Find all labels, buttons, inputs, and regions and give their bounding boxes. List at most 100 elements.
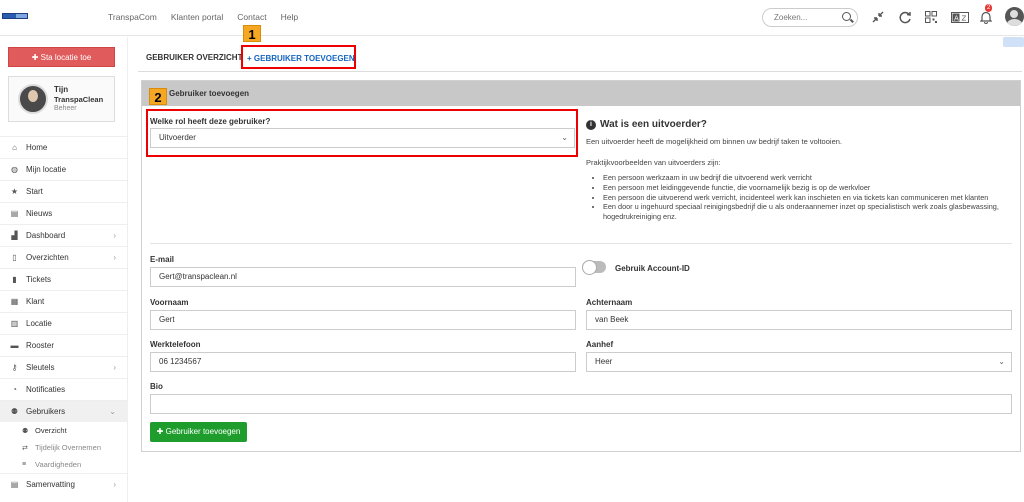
top-nav: TranspaCom Klanten portal Contact Help	[108, 12, 298, 22]
sidebar-item-klant[interactable]: ▦ Klant	[0, 290, 128, 312]
bio-field[interactable]	[150, 394, 1012, 414]
chevron-right-icon: ›	[113, 253, 116, 262]
list-item: Een door u ingehuurd speciaal reinigings…	[603, 202, 1024, 222]
list-icon: ≡	[22, 461, 27, 468]
account-id-label: Gebruik Account-ID	[615, 264, 690, 273]
info-examples-list: Een persoon werkzaam in uw bedrijf die u…	[594, 173, 1024, 222]
nav-help[interactable]: Help	[281, 12, 298, 22]
sidebar-item-mijn-locatie[interactable]: ◍ Mijn locatie	[0, 158, 128, 180]
sidebar-menu: ⌂ Home ◍ Mijn locatie ★ Start ▤ Nieuws ▟ Dash…	[0, 136, 128, 495]
chevron-down-icon: ⌄	[998, 357, 1005, 366]
panel-header: Gebruiker toevoegen	[142, 81, 1020, 106]
qr-icon[interactable]	[924, 8, 938, 26]
tab-gebruiker-toevoegen[interactable]: + GEBRUIKER TOEVOEGEN	[241, 45, 356, 69]
nav-transpacom[interactable]: TranspaCom	[108, 12, 157, 22]
chevron-down-icon: ⌄	[561, 133, 568, 142]
svg-text:A: A	[954, 14, 959, 22]
sidebar-item-rooster[interactable]: ▬ Rooster	[0, 334, 128, 356]
profile-name: Tijn	[54, 85, 69, 94]
sidebar-item-overzichten[interactable]: ▯ Overzichten ›	[0, 246, 128, 268]
search-placeholder: Zoeken...	[774, 13, 808, 22]
role-select[interactable]: Uitvoerder ⌄	[150, 128, 575, 148]
sidebar-item-label: Start	[26, 187, 43, 196]
compress-icon[interactable]	[871, 8, 885, 26]
user-avatar[interactable]	[1005, 7, 1024, 26]
sidebar-subitem-label: Tijdelijk Overnemen	[35, 443, 101, 452]
users-icon: ⚉	[10, 407, 19, 416]
salutation-select-value: Heer	[595, 357, 613, 366]
nav-klanten-portal[interactable]: Klanten portal	[171, 12, 223, 22]
sidebar-item-sleutels[interactable]: ⚷ Sleutels ›	[0, 356, 128, 378]
file-icon: ▯	[12, 253, 17, 262]
firstname-label: Voornaam	[150, 298, 189, 307]
sidebar-item-label: Klant	[26, 297, 45, 306]
nav-contact[interactable]: Contact	[237, 12, 266, 22]
email-label: E-mail	[150, 255, 175, 264]
sidebar-item-notificaties[interactable]: ◔ Notificaties	[0, 378, 128, 400]
search-input[interactable]: Zoeken...	[762, 8, 858, 27]
sidebar-item-label: Mijn locatie	[26, 165, 67, 174]
sidebar-item-dashboard[interactable]: ▟ Dashboard ›	[0, 224, 128, 246]
form-divider	[150, 243, 1012, 244]
news-icon: ▤	[10, 209, 19, 218]
email-field[interactable]: Gert@transpaclean.nl	[150, 267, 576, 287]
top-bar: TranspaCom Klanten portal Contact Help Z…	[0, 0, 1024, 36]
sidebar-item-label: Locatie	[26, 319, 52, 328]
add-user-button[interactable]: ✚ Gebruiker toevoegen	[150, 422, 247, 442]
building-icon: ▦	[10, 297, 19, 306]
svg-text:Z: Z	[962, 14, 967, 22]
info-heading: i Wat is een uitvoerder?	[586, 119, 707, 130]
phone-field[interactable]: 06 1234567	[150, 352, 576, 372]
sidebar-item-home[interactable]: ⌂ Home	[0, 136, 128, 158]
sidebar-subitem-label: Vaardigheden	[35, 460, 82, 469]
panel-title: Gebruiker toevoegen	[169, 89, 250, 98]
star-icon: ★	[10, 187, 19, 196]
step-marker-1: 1	[243, 25, 261, 42]
info-icon: i	[586, 119, 596, 130]
translate-icon[interactable]: AZ	[950, 8, 970, 26]
list-item: Een persoon die uitvoerend werk verricht…	[603, 193, 1024, 203]
sidebar-item-label: Samenvatting	[26, 480, 75, 489]
sidebar-item-label: Tickets	[26, 275, 52, 284]
sidebar-item-start[interactable]: ★ Start	[0, 180, 128, 202]
profile-org: TranspaClean	[54, 95, 104, 104]
profile-card: Tijn TranspaClean Beheer	[8, 76, 115, 122]
chevron-right-icon: ›	[113, 231, 116, 240]
add-location-button[interactable]: ✚ Sta locatie toe	[8, 47, 115, 67]
key-icon: ⚷	[11, 363, 18, 372]
avatar	[18, 84, 48, 114]
sidebar: ✚ Sta locatie toe Tijn TranspaClean Behe…	[0, 37, 128, 502]
list-item: Een persoon met leidinggevende functie, …	[603, 183, 1024, 193]
comment-icon: ▮	[12, 275, 17, 284]
sidebar-subitem-tijdelijk-overnemen[interactable]: ⇄ Tijdelijk Overnemen	[0, 439, 128, 456]
sidebar-item-samenvatting[interactable]: ▤ Samenvatting ›	[0, 473, 128, 495]
lastname-label: Achternaam	[586, 298, 633, 307]
sidebar-item-locatie[interactable]: ▥ Locatie	[0, 312, 128, 334]
list-item: Een persoon werkzaam in uw bedrijf die u…	[603, 173, 1024, 183]
tab-gebruiker-overzicht[interactable]: GEBRUIKER OVERZICHT	[146, 53, 242, 62]
info-intro: Een uitvoerder heeft de mogelijkheid om …	[586, 137, 842, 146]
swap-icon: ⇄	[22, 444, 28, 452]
users-icon: ⚉	[22, 427, 29, 435]
firstname-field[interactable]: Gert	[150, 310, 576, 330]
sidebar-item-gebruikers[interactable]: ⚉ Gebruikers ⌄	[0, 400, 128, 422]
sidebar-item-nieuws[interactable]: ▤ Nieuws	[0, 202, 128, 224]
salutation-select[interactable]: Heer ⌄	[586, 352, 1012, 372]
sidebar-subitem-vaardigheden[interactable]: ≡ Vaardigheden	[0, 456, 128, 473]
logo[interactable]	[2, 13, 28, 19]
phone-label: Werktelefoon	[150, 340, 201, 349]
sidebar-item-tickets[interactable]: ▮ Tickets	[0, 268, 128, 290]
salutation-label: Aanhef	[586, 340, 614, 349]
bio-label: Bio	[150, 382, 163, 391]
info-examples-heading: Praktijkvoorbeelden van uitvoerders zijn…	[586, 158, 721, 167]
info-title: Wat is een uitvoerder?	[600, 119, 707, 130]
refresh-icon[interactable]	[898, 8, 912, 26]
calendar-icon: ▬	[10, 341, 19, 350]
sidebar-item-label: Notificaties	[26, 385, 66, 394]
role-label: Welke rol heeft deze gebruiker?	[150, 117, 271, 126]
sidebar-subitem-overzicht[interactable]: ⚉ Overzicht	[0, 422, 128, 439]
globe-icon: ◍	[11, 165, 18, 174]
account-id-toggle[interactable]	[582, 260, 606, 275]
search-icon[interactable]	[842, 12, 851, 21]
lastname-field[interactable]: van Beek	[586, 310, 1012, 330]
